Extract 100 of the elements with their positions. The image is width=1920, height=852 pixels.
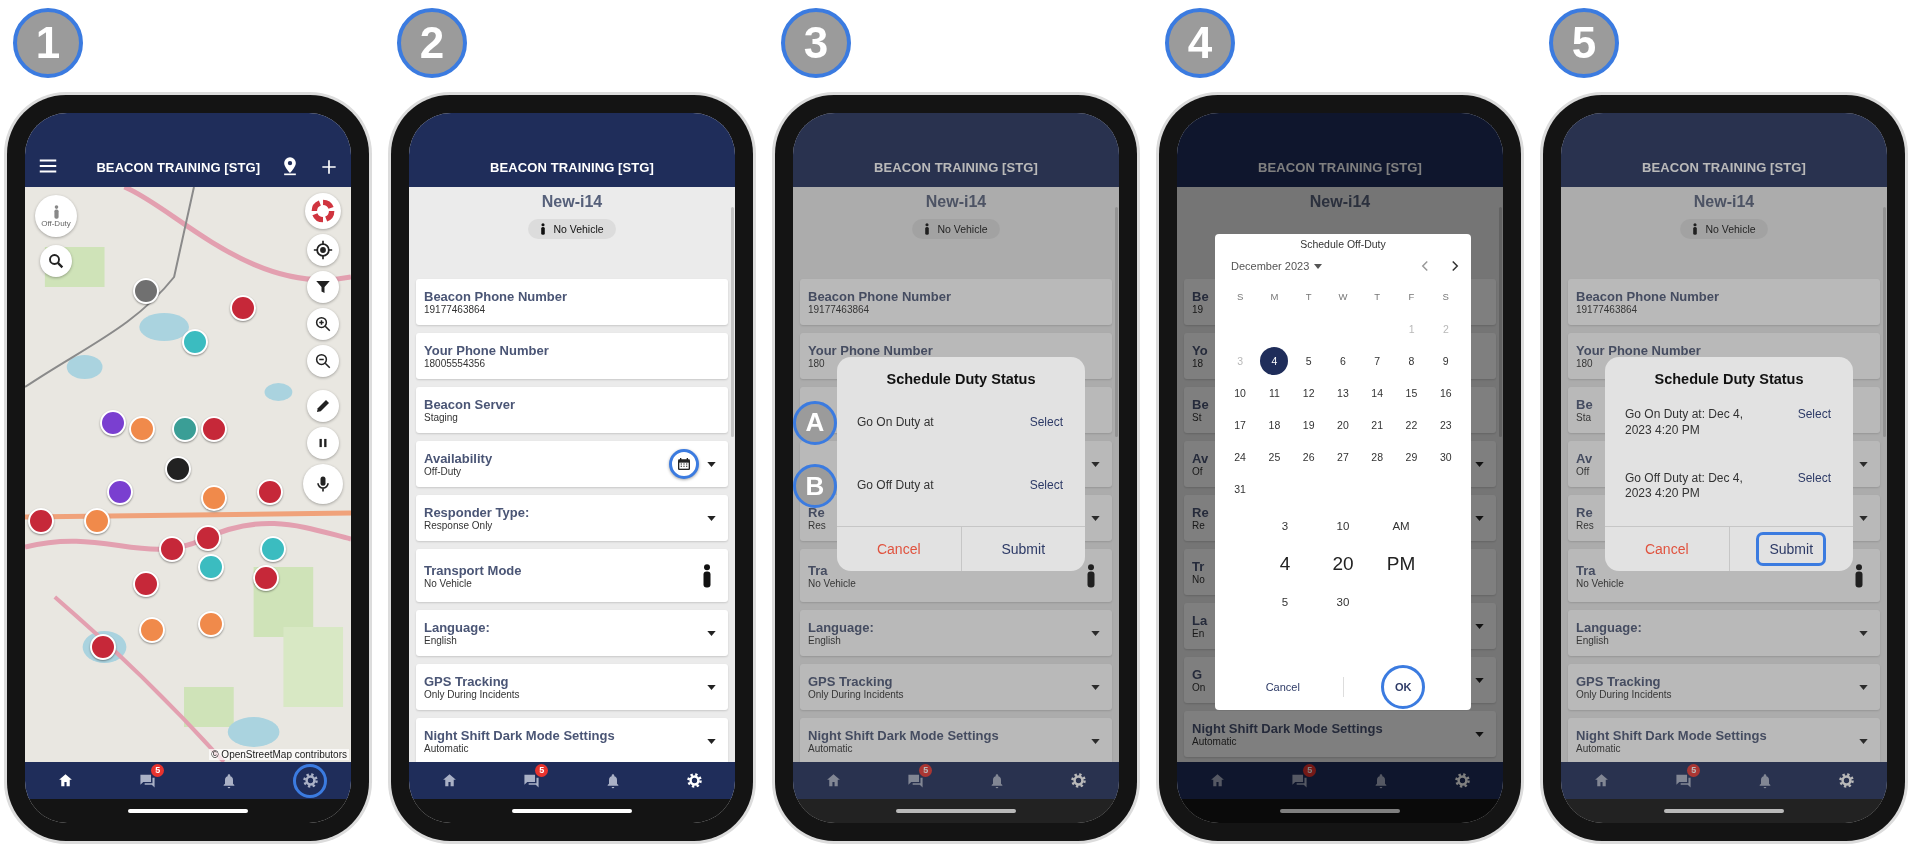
time-option[interactable]: 5 — [1281, 586, 1289, 618]
calendar-day[interactable]: 11 — [1260, 379, 1289, 407]
select-link[interactable]: Select — [1029, 478, 1063, 495]
setting-value: St — [1192, 412, 1202, 423]
calendar-day[interactable]: 15 — [1397, 379, 1426, 407]
time-option[interactable]: AM — [1392, 510, 1410, 542]
setting-value: En — [1192, 628, 1205, 639]
calendar-day[interactable]: 7 — [1363, 347, 1392, 375]
setting-value: Off — [1576, 466, 1590, 477]
schedule-button[interactable] — [669, 449, 699, 479]
calendar-day[interactable]: 6 — [1328, 347, 1357, 375]
submit-button[interactable]: OK — [1381, 665, 1426, 709]
dropdown-caret-icon[interactable] — [1091, 515, 1100, 521]
calendar-day[interactable]: 31 — [1226, 475, 1255, 503]
dropdown-caret-icon[interactable] — [1091, 684, 1100, 690]
settings-row[interactable]: GPS Tracking Only During Incidents — [416, 664, 728, 710]
calendar-day[interactable]: 30 — [1431, 443, 1460, 471]
dropdown-caret-icon[interactable] — [707, 461, 716, 467]
time-option[interactable]: 20 — [1332, 542, 1354, 586]
dropdown-caret-icon[interactable] — [707, 515, 716, 521]
calendar-day[interactable]: 12 — [1294, 379, 1323, 407]
settings-row[interactable]: Night Shift Dark Mode Settings Automatic — [1568, 718, 1880, 762]
weekday-label: M — [1270, 290, 1279, 304]
chat-icon — [138, 772, 156, 789]
calendar-day[interactable]: 27 — [1328, 443, 1357, 471]
settings-row[interactable]: GPS Tracking Only During Incidents — [800, 664, 1112, 710]
settings-row[interactable]: GPS Tracking Only During Incidents — [1568, 664, 1880, 710]
calendar-day[interactable]: 24 — [1226, 443, 1255, 471]
time-option[interactable]: 10 — [1336, 510, 1350, 542]
settings-row[interactable]: Language: English — [1568, 610, 1880, 656]
settings-row[interactable]: Night Shift Dark Mode Settings Automatic — [416, 718, 728, 762]
calendar-day[interactable]: 18 — [1260, 411, 1289, 439]
dropdown-caret-icon[interactable] — [707, 738, 716, 744]
calendar-day[interactable]: 28 — [1363, 443, 1392, 471]
dropdown-caret-icon[interactable] — [707, 630, 716, 636]
calendar-day[interactable]: 20 — [1328, 411, 1357, 439]
setting-value: Of — [1192, 466, 1203, 477]
settings-row[interactable]: Beacon Phone Number 19177463864 — [1568, 279, 1880, 325]
calendar-day[interactable]: 26 — [1294, 443, 1323, 471]
calendar-day[interactable]: 8 — [1397, 347, 1426, 375]
settings-row[interactable]: Language: English — [800, 610, 1112, 656]
calendar-day[interactable]: 13 — [1328, 379, 1357, 407]
select-link[interactable]: Select — [1797, 407, 1831, 423]
setting-title: Av — [1576, 451, 1593, 466]
select-link[interactable]: Select — [1797, 470, 1831, 487]
setting-title: Be — [1192, 289, 1209, 304]
next-month-icon[interactable] — [1451, 260, 1459, 272]
settings-row[interactable]: Beacon Server Staging — [416, 387, 728, 433]
settings-row[interactable]: Transport Mode No Vehicle — [416, 549, 728, 602]
dropdown-caret-icon[interactable] — [1859, 684, 1868, 690]
setting-value: 19177463864 — [1576, 304, 1638, 315]
month-selector[interactable]: December 2023 — [1231, 260, 1323, 272]
dropdown-caret-icon[interactable] — [1859, 630, 1868, 636]
dropdown-caret-icon[interactable] — [1859, 515, 1868, 521]
time-option[interactable]: PM — [1386, 542, 1416, 586]
calendar-day[interactable]: 19 — [1294, 411, 1323, 439]
submit-button[interactable]: Submit — [1756, 532, 1827, 566]
calendar-day[interactable]: 17 — [1226, 411, 1255, 439]
dropdown-caret-icon[interactable] — [707, 684, 716, 690]
dropdown-caret-icon[interactable] — [1091, 630, 1100, 636]
dropdown-caret-icon[interactable] — [1091, 461, 1100, 467]
calendar-day[interactable]: 25 — [1260, 443, 1289, 471]
setting-title: Responder Type: — [424, 505, 530, 520]
setting-value: English — [808, 635, 841, 646]
setting-value: No — [1192, 574, 1205, 585]
calendar-day[interactable]: 10 — [1226, 379, 1255, 407]
calendar-day[interactable]: 14 — [1363, 379, 1392, 407]
chat-tab[interactable]: 5 — [130, 763, 165, 798]
duty-time-label: Go Off Duty at: Dec 4, 2023 4:20 PM — [1625, 470, 1744, 502]
dropdown-caret-icon[interactable] — [1859, 738, 1868, 744]
settings-row[interactable]: Beacon Phone Number 19177463864 — [800, 279, 1112, 325]
calendar-day[interactable]: 4 — [1260, 347, 1289, 375]
home-icon — [1593, 772, 1611, 789]
chat-tab[interactable]: 5 — [514, 763, 549, 798]
setting-value: Re — [1192, 520, 1205, 531]
plus-icon[interactable] — [319, 157, 339, 177]
time-option[interactable]: 30 — [1336, 586, 1350, 618]
settings-row[interactable]: Availability Off-Duty — [416, 441, 728, 487]
step-number-badge: 1 — [13, 8, 83, 78]
select-link[interactable]: Select — [1029, 414, 1063, 431]
calendar-day[interactable]: 21 — [1363, 411, 1392, 439]
previous-month-icon[interactable] — [1421, 260, 1429, 272]
calendar-day[interactable]: 23 — [1431, 411, 1460, 439]
settings-row[interactable]: Night Shift Dark Mode Settings Automatic — [800, 718, 1112, 762]
setting-title: Tra — [1576, 562, 1596, 578]
calendar-day[interactable]: 9 — [1431, 347, 1460, 375]
calendar-day[interactable]: 29 — [1397, 443, 1426, 471]
settings-row[interactable]: Language: English — [416, 610, 728, 656]
time-option[interactable]: 3 — [1281, 510, 1289, 542]
calendar-day[interactable]: 22 — [1397, 411, 1426, 439]
settings-row[interactable]: Your Phone Number 18005554356 — [416, 333, 728, 379]
calendar-day[interactable]: 16 — [1431, 379, 1460, 407]
cancel-button[interactable]: Cancel — [1260, 665, 1305, 709]
settings-row[interactable]: Responder Type: Response Only — [416, 495, 728, 541]
dropdown-caret-icon[interactable] — [1859, 461, 1868, 467]
time-option[interactable]: 4 — [1279, 542, 1291, 586]
calendar-day[interactable]: 5 — [1294, 347, 1323, 375]
settings-row[interactable]: Beacon Phone Number 19177463864 — [416, 279, 728, 325]
dropdown-caret-icon[interactable] — [1091, 738, 1100, 744]
settings-row[interactable]: Night Shift Dark Mode Settings Automatic — [1184, 711, 1496, 757]
